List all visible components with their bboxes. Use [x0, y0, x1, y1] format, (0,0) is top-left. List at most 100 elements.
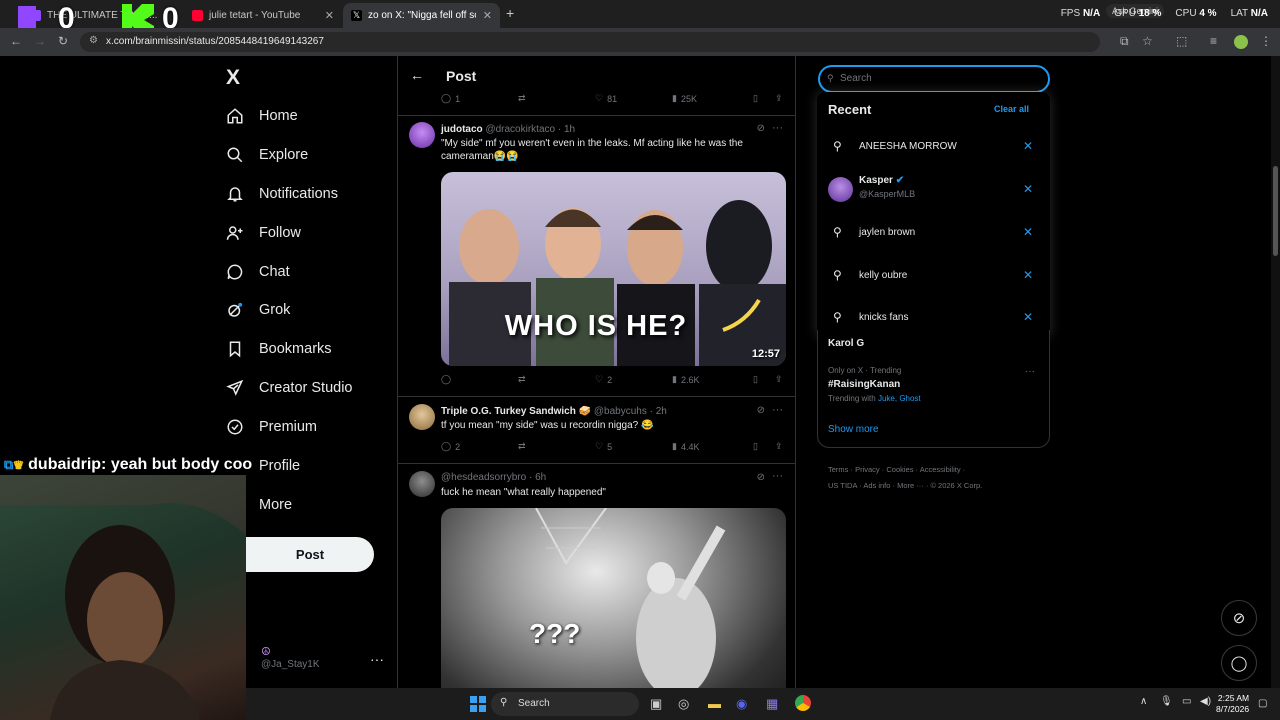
steam-icon[interactable]: ◎ — [678, 696, 689, 712]
tray-chevron-icon[interactable]: ∧ — [1140, 696, 1147, 707]
bookmark-star-icon[interactable]: ☆ — [1142, 34, 1153, 48]
bookmark-icon[interactable]: ▯ — [753, 93, 758, 104]
close-tab-icon[interactable]: ✕ — [483, 9, 492, 22]
x-favicon-icon: 𝕏 — [351, 10, 362, 21]
bookmark-icon[interactable]: ▯ — [753, 374, 758, 385]
search-icon: ⚲ — [500, 697, 508, 708]
task-view-icon[interactable]: ▣ — [650, 696, 662, 712]
repost-button[interactable]: ⇄ — [518, 441, 595, 452]
like-button[interactable]: ♡ 2 — [595, 374, 672, 385]
reply-button[interactable]: ◯ 1 — [441, 93, 518, 104]
trend-name[interactable]: #RaisingKanan — [828, 379, 900, 390]
grok-explain-icon[interactable]: ⊘ — [757, 405, 765, 416]
recent-item-user[interactable]: Kasper ✔ @KasperMLB ✕ — [817, 169, 1050, 209]
install-icon[interactable]: ⧉ — [1120, 34, 1129, 49]
scrollbar[interactable] — [1271, 56, 1280, 688]
forward-icon[interactable]: → — [34, 34, 46, 48]
notifications-icon[interactable]: ▢ — [1258, 698, 1267, 709]
chat-fab-button[interactable]: ◯ — [1221, 645, 1257, 681]
reading-list-icon[interactable]: ≡ — [1210, 34, 1217, 48]
views-button[interactable]: ▮ 2.6K — [672, 374, 749, 385]
more-options-icon[interactable]: ··· — [772, 404, 783, 416]
avatar[interactable] — [409, 471, 435, 497]
taskbar-search[interactable]: ⚲ Search — [491, 692, 639, 716]
network-icon[interactable]: ▭ — [1182, 696, 1191, 707]
more-options-icon[interactable]: ··· — [772, 122, 783, 134]
reload-icon[interactable]: ↻ — [58, 34, 68, 48]
bookmark-icon[interactable]: ▯ — [753, 441, 758, 452]
like-button[interactable]: ♡ 5 — [595, 441, 672, 452]
like-button[interactable]: ♡ 81 — [595, 93, 672, 104]
tweet-author[interactable]: @hesdeadsorrybro · 6h — [441, 472, 546, 483]
nav-premium[interactable]: Premium — [225, 417, 317, 437]
nav-notifications[interactable]: Notifications — [225, 184, 338, 204]
reply-button[interactable]: ◯ — [441, 374, 518, 385]
trend-partial[interactable]: Karol G — [828, 338, 864, 349]
post-button[interactable]: Post — [246, 537, 374, 572]
grok-explain-icon[interactable]: ⊘ — [757, 472, 765, 483]
grok-fab-button[interactable]: ⊘ — [1221, 600, 1257, 636]
grok-icon — [225, 300, 245, 320]
recent-item[interactable]: ⚲ jaylen brown ✕ — [817, 212, 1050, 252]
nav-creator-studio[interactable]: Creator Studio — [225, 378, 353, 398]
remove-icon[interactable]: ✕ — [1023, 310, 1033, 324]
nav-follow[interactable]: Follow — [225, 223, 301, 243]
tab-youtube[interactable]: julie tetart - YouTube ✕ — [184, 3, 342, 28]
tweet-author[interactable]: Triple O.G. Turkey Sandwich 🥪 @babycuhs … — [441, 406, 667, 417]
reply-button[interactable]: ◯ 2 — [441, 441, 518, 452]
back-arrow-icon[interactable]: ← — [410, 67, 424, 83]
volume-icon[interactable]: ◀) — [1200, 696, 1211, 707]
back-icon[interactable]: ← — [10, 34, 22, 48]
tweet-author[interactable]: judotaco @dracokirktaco · 1h — [441, 124, 575, 135]
nav-chat[interactable]: Chat — [225, 262, 290, 282]
scrollbar-thumb[interactable] — [1273, 166, 1278, 256]
remove-icon[interactable]: ✕ — [1023, 182, 1033, 196]
remove-icon[interactable]: ✕ — [1023, 268, 1033, 282]
search-input[interactable]: ⚲ Search — [818, 65, 1050, 93]
account-handle[interactable]: @Ja_Stay1K — [261, 659, 320, 670]
nav-explore[interactable]: Explore — [225, 145, 308, 165]
repost-button[interactable]: ⇄ — [518, 374, 595, 385]
grok-explain-icon[interactable]: ⊘ — [757, 123, 765, 134]
share-icon[interactable]: ⇪ — [775, 374, 783, 385]
chrome-icon[interactable] — [794, 694, 812, 712]
apps-grid-icon[interactable]: ▦ — [766, 696, 778, 712]
address-bar[interactable]: ⚙ x.com/brainmissin/status/2085448419649… — [80, 32, 1100, 52]
nav-grok[interactable]: Grok — [225, 300, 290, 320]
file-explorer-icon[interactable]: ▬ — [708, 696, 721, 711]
extensions-icon[interactable]: ⬚ — [1176, 34, 1187, 48]
verified-icon — [225, 417, 245, 437]
account-menu-icon[interactable]: ··· — [370, 651, 384, 667]
browser-menu-icon[interactable]: ⋮ — [1260, 34, 1272, 48]
perf-overlay: FPS N/A GPU 18 % CPU 4 % LAT N/A — [1060, 8, 1268, 19]
clear-all-button[interactable]: Clear all — [994, 104, 1029, 114]
windows-start-icon[interactable] — [470, 696, 486, 712]
profile-avatar-icon[interactable] — [1234, 35, 1248, 49]
remove-icon[interactable]: ✕ — [1023, 225, 1033, 239]
discord-icon[interactable]: ◉ — [736, 696, 747, 712]
recent-item[interactable]: ⚲ ANEESHA MORROW ✕ — [817, 126, 1050, 166]
views-button[interactable]: ▮ 25K — [672, 93, 749, 104]
tweet-video[interactable]: WHO IS HE? 12:57 — [441, 172, 786, 366]
nav-bookmarks[interactable]: Bookmarks — [225, 339, 332, 359]
share-icon[interactable]: ⇪ — [775, 441, 783, 452]
taskbar-clock[interactable]: 2:25 AM 8/7/2026 — [1216, 693, 1249, 715]
x-logo-icon[interactable]: X — [226, 66, 240, 90]
microphone-icon[interactable]: 🎙 — [1160, 696, 1173, 707]
avatar[interactable] — [409, 404, 435, 430]
close-tab-icon[interactable]: ✕ — [325, 9, 334, 22]
nav-home[interactable]: Home — [225, 106, 298, 126]
recent-item[interactable]: ⚲ kelly oubre ✕ — [817, 255, 1050, 295]
share-icon[interactable]: ⇪ — [775, 93, 783, 104]
site-info-icon[interactable]: ⚙ — [89, 35, 98, 46]
repost-button[interactable]: ⇄ — [518, 93, 595, 104]
remove-icon[interactable]: ✕ — [1023, 139, 1033, 153]
new-tab-button[interactable]: + — [506, 5, 514, 21]
more-options-icon[interactable]: ··· — [772, 470, 783, 482]
trend-more-icon[interactable]: ··· — [1025, 366, 1035, 377]
avatar[interactable] — [409, 122, 435, 148]
show-more-link[interactable]: Show more — [828, 424, 879, 435]
views-button[interactable]: ▮ 4.4K — [672, 441, 749, 452]
search-icon: ⚲ — [833, 310, 842, 324]
tab-x-post[interactable]: 𝕏 zo on X: "Nigga fell off so hard ✕ — [343, 3, 500, 28]
